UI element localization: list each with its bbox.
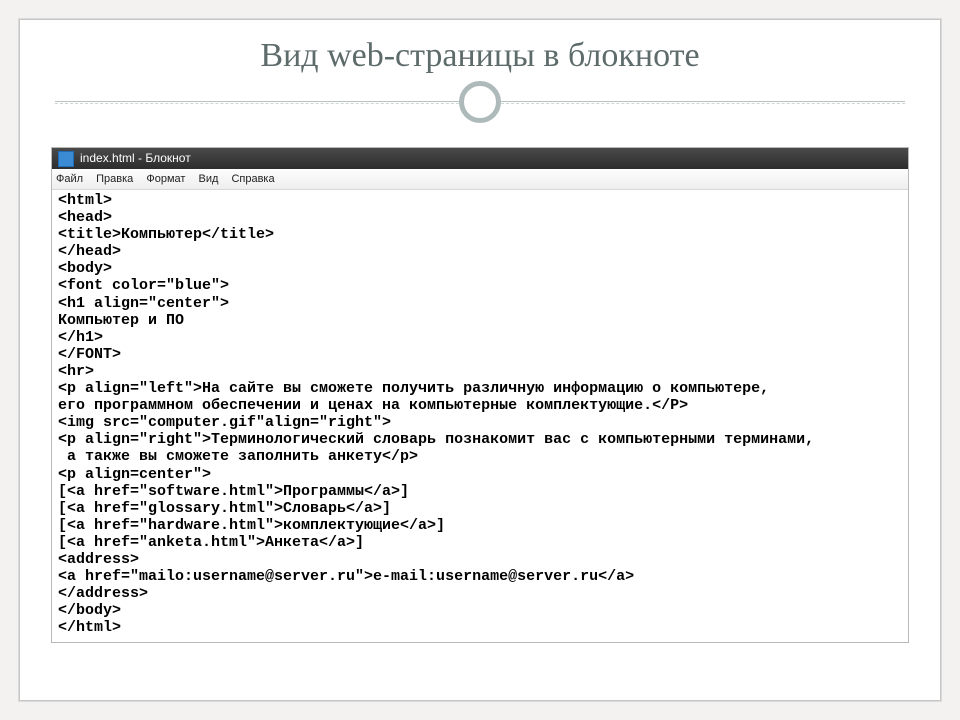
file-icon [58, 151, 74, 167]
ring-icon [459, 81, 501, 123]
menu-format[interactable]: Формат [146, 173, 185, 185]
slide: Вид web-страницы в блокноте Образец текс… [18, 18, 942, 702]
window-titlebar: index.html - Блокнот [52, 148, 908, 169]
menu-view[interactable]: Вид [198, 173, 218, 185]
menu-bar: Файл Правка Формат Вид Справка [52, 169, 908, 190]
title-divider [55, 81, 905, 123]
menu-file[interactable]: Файл [56, 173, 83, 185]
window-title: index.html - Блокнот [80, 148, 191, 169]
menu-help[interactable]: Справка [231, 173, 274, 185]
slide-title: Вид web-страницы в блокноте [19, 37, 941, 75]
menu-edit[interactable]: Правка [96, 173, 133, 185]
notepad-window: index.html - Блокнот Файл Правка Формат … [51, 147, 909, 643]
editor-text-area[interactable]: <html> <head> <title>Компьютер</title> <… [52, 190, 908, 642]
